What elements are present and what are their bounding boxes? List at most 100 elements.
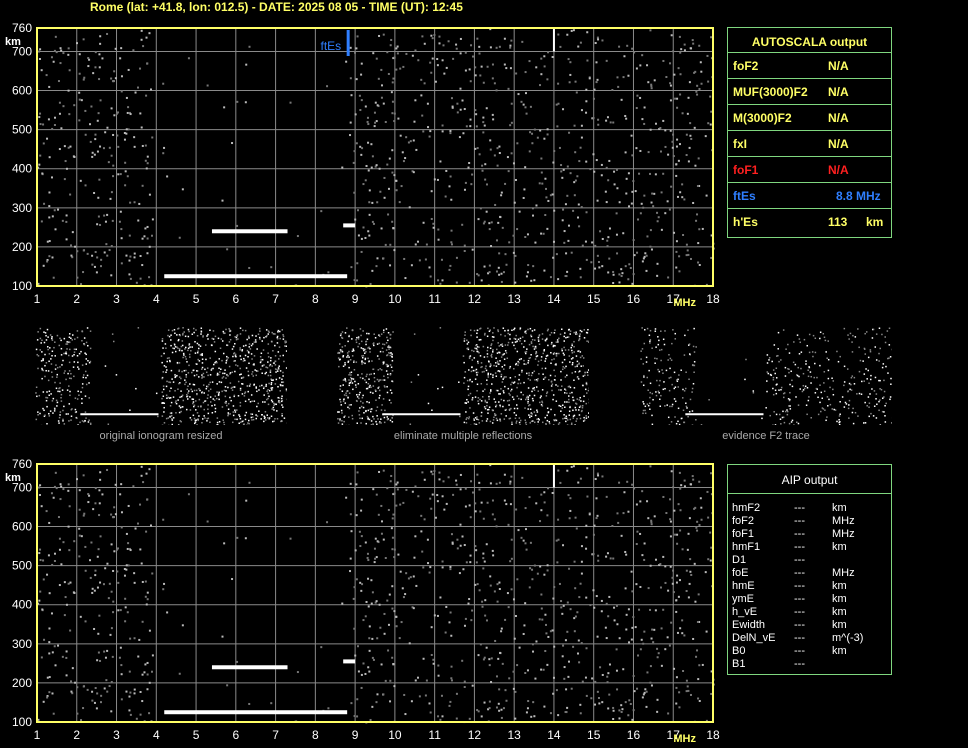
noise-speck bbox=[396, 52, 399, 55]
noise-speck bbox=[673, 509, 676, 512]
thumb-speck bbox=[285, 350, 287, 352]
noise-speck bbox=[669, 565, 672, 568]
noise-speck bbox=[404, 713, 407, 716]
thumb-speck bbox=[567, 329, 570, 331]
noise-speck bbox=[53, 645, 56, 648]
noise-speck bbox=[566, 469, 569, 472]
thumb-speck bbox=[239, 405, 242, 407]
thumb-speck bbox=[380, 369, 383, 371]
noise-speck bbox=[673, 231, 676, 234]
noise-speck bbox=[649, 128, 652, 131]
noise-speck bbox=[135, 717, 138, 720]
noise-speck bbox=[99, 471, 102, 474]
thumb-speck bbox=[231, 371, 234, 373]
noise-speck bbox=[51, 692, 54, 695]
noise-speck bbox=[533, 279, 536, 282]
noise-speck bbox=[112, 600, 115, 603]
noise-speck bbox=[575, 91, 578, 94]
noise-speck bbox=[110, 274, 113, 277]
noise-speck bbox=[468, 717, 471, 720]
thumb-speck bbox=[553, 419, 555, 421]
thumb-speck bbox=[563, 335, 565, 338]
thumb-speck bbox=[519, 419, 522, 422]
thumb-speck bbox=[831, 377, 833, 379]
noise-speck bbox=[628, 263, 631, 266]
noise-speck bbox=[433, 469, 436, 472]
noise-speck bbox=[465, 561, 468, 564]
noise-speck bbox=[500, 272, 503, 275]
noise-speck bbox=[631, 47, 634, 50]
thumb-speck bbox=[248, 351, 250, 354]
noise-speck bbox=[676, 195, 679, 198]
thumb-speck bbox=[85, 417, 87, 419]
thumb-speck bbox=[35, 386, 38, 389]
noise-speck bbox=[236, 224, 239, 227]
x-tick-label: 5 bbox=[193, 292, 200, 306]
noise-speck bbox=[675, 610, 678, 613]
noise-speck bbox=[39, 48, 42, 51]
thumb-speck bbox=[355, 361, 358, 363]
noise-speck bbox=[493, 590, 496, 593]
noise-speck bbox=[59, 483, 62, 486]
thumb-speck bbox=[250, 413, 252, 415]
thumb-speck bbox=[226, 358, 228, 361]
thumb-speck bbox=[854, 336, 857, 338]
thumb-speck bbox=[39, 327, 42, 330]
noise-speck bbox=[111, 655, 114, 658]
noise-speck bbox=[356, 471, 359, 474]
thumb-speck bbox=[45, 334, 47, 337]
noise-speck bbox=[110, 191, 113, 194]
thumb-speck bbox=[533, 394, 536, 397]
thumb-speck bbox=[807, 399, 810, 402]
thumb-speck bbox=[251, 343, 254, 345]
noise-speck bbox=[141, 184, 144, 187]
thumb-speck bbox=[531, 372, 534, 374]
thumb-speck bbox=[357, 374, 359, 376]
thumb-speck bbox=[839, 421, 841, 423]
thumb-speck bbox=[386, 418, 389, 421]
noise-speck bbox=[127, 504, 130, 507]
thumb-speck bbox=[879, 379, 881, 382]
thumb-speck bbox=[184, 379, 186, 381]
thumb-speck bbox=[60, 400, 63, 402]
noise-speck bbox=[495, 239, 498, 242]
thumb-speck bbox=[521, 371, 523, 373]
thumb-speck bbox=[352, 388, 354, 391]
noise-speck bbox=[475, 125, 478, 128]
noise-speck bbox=[606, 681, 609, 684]
noise-speck bbox=[63, 178, 66, 181]
noise-speck bbox=[226, 248, 229, 251]
noise-speck bbox=[627, 278, 630, 281]
noise-speck bbox=[625, 613, 628, 616]
aip-value: --- bbox=[794, 541, 805, 553]
noise-speck bbox=[420, 514, 423, 517]
noise-speck bbox=[581, 244, 584, 247]
noise-speck bbox=[356, 698, 359, 701]
thumb-speck bbox=[43, 341, 46, 344]
noise-speck bbox=[76, 250, 79, 253]
thumb-speck bbox=[669, 357, 672, 360]
noise-speck bbox=[429, 130, 432, 133]
thumb-speck bbox=[524, 419, 527, 421]
noise-speck bbox=[698, 480, 701, 483]
noise-speck bbox=[628, 641, 631, 644]
noise-speck bbox=[391, 81, 394, 84]
noise-speck bbox=[520, 536, 523, 539]
noise-speck bbox=[495, 525, 498, 528]
thumb-speck bbox=[849, 388, 851, 391]
noise-speck bbox=[484, 178, 487, 181]
thumb-speck bbox=[847, 334, 849, 336]
noise-speck bbox=[657, 652, 660, 655]
thumb-speck bbox=[244, 392, 246, 395]
thumb-speck bbox=[832, 393, 835, 396]
thumb-speck bbox=[875, 417, 878, 419]
thumb-speck bbox=[48, 394, 50, 396]
noise-speck bbox=[129, 113, 132, 116]
noise-speck bbox=[696, 520, 699, 523]
thumb-speck bbox=[548, 421, 551, 423]
noise-speck bbox=[231, 142, 234, 145]
thumb-speck bbox=[674, 416, 676, 418]
noise-speck bbox=[669, 520, 672, 523]
noise-speck bbox=[430, 653, 433, 656]
thumb-speck bbox=[527, 387, 530, 389]
